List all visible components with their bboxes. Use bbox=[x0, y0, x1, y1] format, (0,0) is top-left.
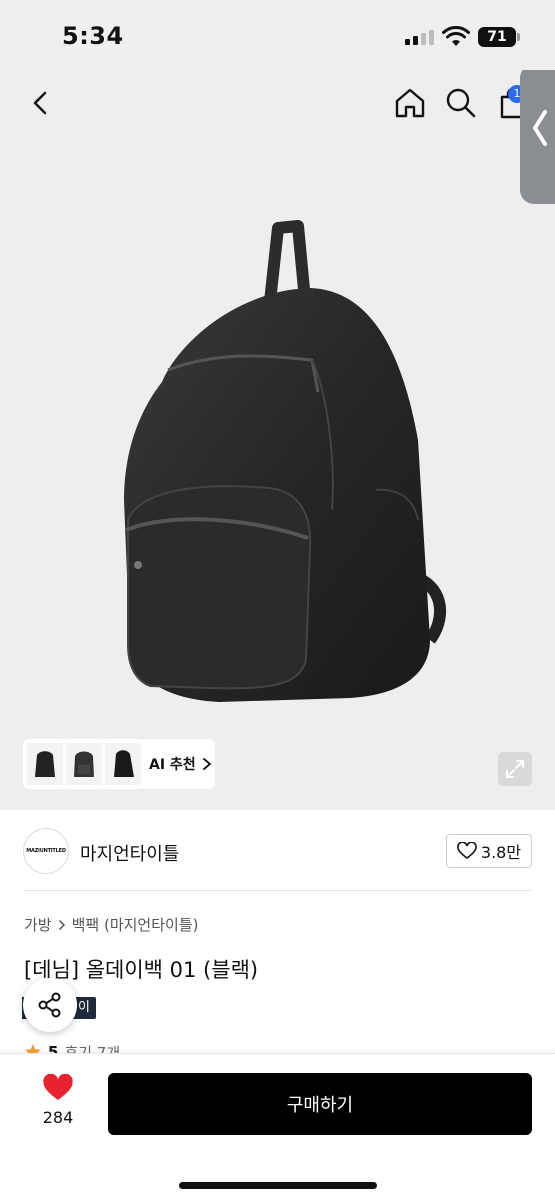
expand-icon bbox=[506, 760, 524, 778]
divider bbox=[23, 890, 532, 891]
chevron-left-icon bbox=[533, 110, 547, 146]
ai-recommend-label[interactable]: AI 추천 bbox=[149, 754, 196, 774]
backpack-thumb-1[interactable] bbox=[27, 743, 63, 785]
expand-image-button[interactable] bbox=[498, 752, 532, 786]
heart-outline-icon bbox=[457, 842, 477, 859]
product-image-gallery[interactable]: 1 AI 추천 bbox=[0, 70, 555, 810]
chevron-right-icon bbox=[58, 919, 65, 930]
bottom-action-bar: 284 구매하기 bbox=[0, 1053, 555, 1200]
backpack-thumb-icon bbox=[114, 750, 134, 777]
brand-logo-text: MAZIUNTITLED bbox=[26, 848, 66, 854]
battery-indicator: 71 bbox=[478, 27, 516, 47]
share-button[interactable] bbox=[23, 978, 77, 1032]
status-bar: 5:34 71 bbox=[0, 0, 555, 70]
brand-row[interactable]: MAZIUNTITLED 마지언타이틀 3.8만 bbox=[0, 810, 555, 890]
side-panel-handle[interactable] bbox=[520, 70, 555, 204]
home-icon[interactable] bbox=[393, 86, 427, 120]
buy-button[interactable]: 구매하기 bbox=[108, 1073, 532, 1135]
breadcrumb-subcategory[interactable]: 백팩 (마지언타이틀) bbox=[72, 914, 199, 935]
backpack-thumb-3[interactable] bbox=[105, 743, 141, 785]
home-indicator bbox=[179, 1182, 377, 1189]
chevron-right-icon bbox=[202, 758, 212, 770]
ai-recommend-strip[interactable]: AI 추천 bbox=[23, 739, 215, 789]
backpack-thumb-2[interactable] bbox=[66, 743, 102, 785]
heart-filled-icon bbox=[43, 1073, 73, 1100]
wishlist-count: 284 bbox=[42, 1108, 74, 1127]
status-time: 5:34 bbox=[62, 22, 124, 50]
breadcrumb: 가방 백팩 (마지언타이틀) bbox=[24, 914, 198, 935]
brand-like-button[interactable]: 3.8만 bbox=[446, 834, 532, 868]
product-photo-backpack bbox=[124, 220, 447, 702]
brand-logo[interactable]: MAZIUNTITLED bbox=[23, 828, 69, 874]
cellular-signal-icon bbox=[405, 30, 434, 45]
wifi-icon bbox=[442, 26, 470, 46]
battery-nub bbox=[517, 33, 520, 41]
breadcrumb-category[interactable]: 가방 bbox=[24, 914, 52, 935]
brand-name[interactable]: 마지언타이틀 bbox=[80, 840, 179, 866]
chevron-left-icon[interactable] bbox=[26, 88, 56, 118]
search-icon[interactable] bbox=[444, 86, 478, 120]
backpack-thumb-icon bbox=[74, 751, 94, 777]
share-icon bbox=[38, 992, 61, 1018]
wishlist-button[interactable]: 284 bbox=[36, 1073, 80, 1127]
brand-like-count: 3.8만 bbox=[480, 843, 522, 862]
backpack-thumb-icon bbox=[35, 751, 55, 777]
